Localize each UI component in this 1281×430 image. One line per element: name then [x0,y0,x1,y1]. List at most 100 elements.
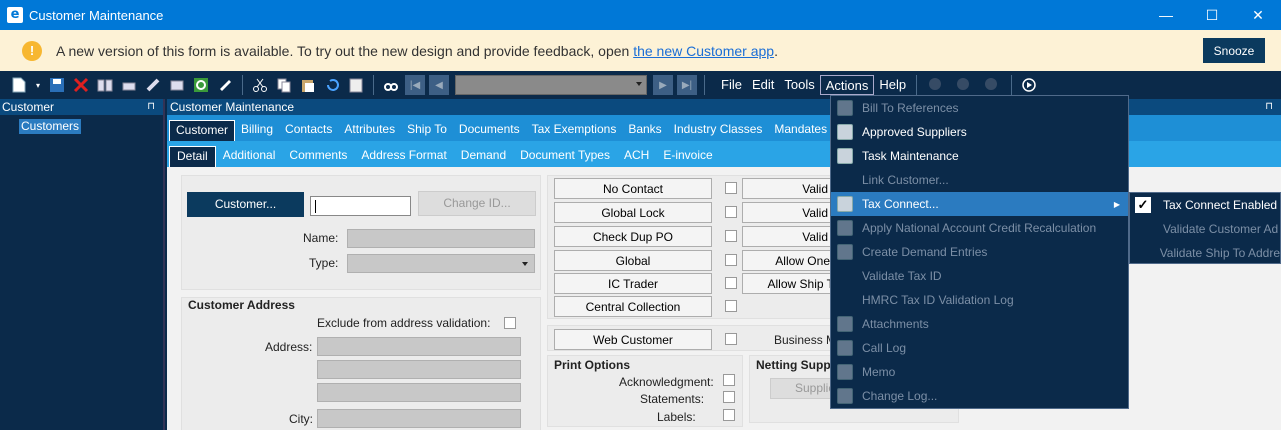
ic-trader-button[interactable]: IC Trader [554,273,712,294]
exclude-address-checkbox[interactable] [504,317,516,329]
previous-record-icon[interactable]: ◀ [429,75,449,95]
tab-demand[interactable]: Demand [454,146,513,167]
cut-icon[interactable] [251,76,269,94]
menu-item-create-demand-entries[interactable]: Create Demand Entries [831,240,1128,264]
new-icon[interactable] [10,76,28,94]
menu-help[interactable]: Help [874,75,911,95]
name-field[interactable] [347,229,535,248]
menu-item-bill-to-references[interactable]: Bill To References [831,96,1128,120]
tab-comments[interactable]: Comments [282,146,354,167]
acknowledgment-checkbox[interactable] [723,374,735,386]
address-line-2-field[interactable] [317,360,521,379]
menu-item-attachments[interactable]: Attachments [831,312,1128,336]
print-icon[interactable] [168,76,186,94]
no-contact-checkbox[interactable] [725,182,737,194]
web-customer-button[interactable]: Web Customer [554,329,712,350]
menu-item-call-log[interactable]: Call Log [831,336,1128,360]
allow-one-button[interactable]: Allow One [742,250,837,271]
global-lock-checkbox[interactable] [725,206,737,218]
new-app-link[interactable]: the new Customer app [633,43,774,59]
tab-e-invoice[interactable]: E-invoice [656,146,719,167]
snooze-button[interactable]: Snooze [1203,38,1265,63]
validate-button-3[interactable]: Valid [742,226,837,247]
tab-ship-to[interactable]: Ship To [401,120,453,141]
tab-customer[interactable]: Customer [169,120,236,141]
next-record-icon[interactable]: ▶ [653,75,673,95]
pin-icon[interactable]: ⊓ [1265,99,1273,115]
delete-icon[interactable] [72,76,90,94]
tab-attributes[interactable]: Attributes [338,120,401,141]
labels-checkbox[interactable] [723,409,735,421]
menu-item-link-customer[interactable]: Link Customer... [831,168,1128,192]
change-id-button[interactable]: Change ID... [418,191,536,216]
last-record-icon[interactable]: ▶| [677,75,697,95]
close-button[interactable]: ✕ [1235,0,1281,30]
customer-id-input[interactable] [310,196,411,216]
statements-checkbox[interactable] [723,391,735,403]
menu-tools[interactable]: Tools [779,75,819,95]
address-line-1-field[interactable] [317,337,521,356]
menu-edit[interactable]: Edit [747,75,779,95]
tab-detail[interactable]: Detail [169,146,216,167]
web-customer-checkbox[interactable] [725,333,737,345]
check-dup-po-button[interactable]: Check Dup PO [554,226,712,247]
minimize-button[interactable]: — [1143,0,1189,30]
tab-additional[interactable]: Additional [216,146,283,167]
copy-icon[interactable] [275,76,293,94]
menu-item-tax-connect[interactable]: Tax Connect... ▶ [831,192,1128,216]
find-icon[interactable] [382,76,400,94]
no-contact-button[interactable]: No Contact [554,178,712,199]
tab-address-format[interactable]: Address Format [354,146,453,167]
check-dup-po-checkbox[interactable] [725,230,737,242]
pin-icon[interactable]: ⊓ [147,99,155,115]
city-field[interactable] [317,409,521,428]
menu-item-approved-suppliers[interactable]: Approved Suppliers [831,120,1128,144]
first-record-icon[interactable]: |◀ [405,75,425,95]
submenu-item-validate-ship-to-address[interactable]: Validate Ship To Addre [1130,241,1280,265]
ic-trader-checkbox[interactable] [725,277,737,289]
tab-ach[interactable]: ACH [617,146,656,167]
menu-file[interactable]: File [716,75,747,95]
clipboard-icon[interactable] [347,76,365,94]
validate-button-1[interactable]: Valid [742,178,837,199]
submenu-item-validate-customer-address[interactable]: Validate Customer Ad [1130,217,1280,241]
tab-documents[interactable]: Documents [453,120,526,141]
maximize-button[interactable]: ☐ [1189,0,1235,30]
refresh-icon[interactable] [192,76,210,94]
validate-button-2[interactable]: Valid [742,202,837,223]
menu-item-change-log[interactable]: Change Log... [831,384,1128,408]
global-button[interactable]: Global [554,250,712,271]
menu-actions[interactable]: Actions [819,75,875,95]
global-checkbox[interactable] [725,254,737,266]
central-collection-checkbox[interactable] [725,300,737,312]
eraser-icon[interactable] [120,76,138,94]
navigator-item-customers[interactable]: Customers [19,119,82,134]
tab-banks[interactable]: Banks [622,120,667,141]
paste-icon[interactable] [299,76,317,94]
menu-item-memo[interactable]: Memo [831,360,1128,384]
tab-tax-exemptions[interactable]: Tax Exemptions [526,120,623,141]
tab-industry-classes[interactable]: Industry Classes [668,120,769,141]
tab-mandates[interactable]: Mandates [768,120,833,141]
clear-icon[interactable] [216,76,234,94]
book-icon[interactable] [96,76,114,94]
tab-billing[interactable]: Billing [235,120,279,141]
menu-item-apply-national-account-credit[interactable]: Apply National Account Credit Recalculat… [831,216,1128,240]
address-line-3-field[interactable] [317,383,521,402]
submenu-item-tax-connect-enabled[interactable]: ✓ Tax Connect Enabled [1130,193,1280,217]
menu-item-task-maintenance[interactable]: Task Maintenance [831,144,1128,168]
global-lock-button[interactable]: Global Lock [554,202,712,223]
menu-item-hmrc-tax-id-log[interactable]: HMRC Tax ID Validation Log [831,288,1128,312]
play-icon[interactable] [1020,76,1038,94]
menu-item-validate-tax-id[interactable]: Validate Tax ID [831,264,1128,288]
customer-button[interactable]: Customer... [187,192,304,217]
save-icon[interactable] [48,76,66,94]
undo-icon[interactable] [323,76,341,94]
tab-contacts[interactable]: Contacts [279,120,338,141]
type-select[interactable] [347,254,535,273]
allow-ship-to-button[interactable]: Allow Ship T [742,273,837,294]
central-collection-button[interactable]: Central Collection [554,296,712,317]
record-navigation-combo[interactable] [455,75,647,95]
tab-document-types[interactable]: Document Types [513,146,617,167]
phone-icon[interactable] [144,76,162,94]
